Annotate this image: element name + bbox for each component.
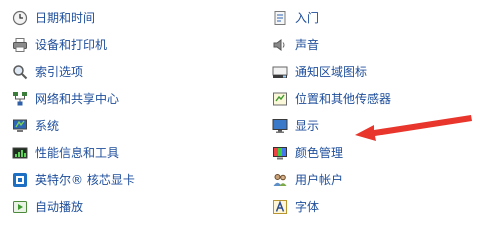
item-fonts[interactable]: 字体 <box>272 193 391 220</box>
item-label: 设备和打印机 <box>35 38 108 52</box>
item-performance[interactable]: 性能信息和工具 <box>12 139 135 166</box>
printer-icon <box>12 37 28 53</box>
system-icon <box>12 118 28 134</box>
item-label: 索引选项 <box>35 65 84 79</box>
item-label: 声音 <box>295 38 320 52</box>
item-label: 通知区域图标 <box>295 65 368 79</box>
item-label: 用户帐户 <box>295 173 344 187</box>
item-date-time[interactable]: 日期和时间 <box>12 4 135 31</box>
item-label: 入门 <box>295 11 320 25</box>
item-system[interactable]: 系统 <box>12 112 135 139</box>
item-intel-graphics[interactable]: 英特尔® 核芯显卡 <box>12 166 135 193</box>
item-notification-area[interactable]: 通知区域图标 <box>272 58 391 85</box>
item-indexing-options[interactable]: 索引选项 <box>12 58 135 85</box>
color-management-icon <box>272 145 288 161</box>
clock-icon <box>12 10 28 26</box>
item-label: 字体 <box>295 200 320 214</box>
item-devices-printers[interactable]: 设备和打印机 <box>12 31 135 58</box>
item-label: 日期和时间 <box>35 11 96 25</box>
intel-graphics-icon <box>12 172 28 188</box>
item-location-sensors[interactable]: 位置和其他传感器 <box>272 85 391 112</box>
display-icon <box>272 118 288 134</box>
item-label: 性能信息和工具 <box>35 146 120 160</box>
item-getting-started[interactable]: 入门 <box>272 4 391 31</box>
item-label: 英特尔® 核芯显卡 <box>35 173 135 187</box>
item-autoplay[interactable]: 自动播放 <box>12 193 135 220</box>
search-index-icon <box>12 64 28 80</box>
item-label: 自动播放 <box>35 200 84 214</box>
getting-started-icon <box>272 10 288 26</box>
item-sound[interactable]: 声音 <box>272 31 391 58</box>
user-accounts-icon <box>272 172 288 188</box>
left-column: 日期和时间 设备和打印机 索引选项 网络和共享中心 系统 性能信息和工具 英特尔… <box>12 4 135 220</box>
network-icon <box>12 91 28 107</box>
fonts-icon <box>272 199 288 215</box>
item-label: 网络和共享中心 <box>35 92 120 106</box>
control-panel-items: 日期和时间 设备和打印机 索引选项 网络和共享中心 系统 性能信息和工具 英特尔… <box>0 0 480 243</box>
notification-area-icon <box>272 64 288 80</box>
speaker-icon <box>272 37 288 53</box>
item-user-accounts[interactable]: 用户帐户 <box>272 166 391 193</box>
item-label: 位置和其他传感器 <box>295 92 392 106</box>
location-sensor-icon <box>272 91 288 107</box>
item-network-sharing[interactable]: 网络和共享中心 <box>12 85 135 112</box>
annotation-arrow <box>355 115 472 141</box>
item-label: 颜色管理 <box>295 146 344 160</box>
autoplay-icon <box>12 199 28 215</box>
performance-icon <box>12 145 28 161</box>
item-label: 显示 <box>295 119 320 133</box>
item-label: 系统 <box>35 119 60 133</box>
